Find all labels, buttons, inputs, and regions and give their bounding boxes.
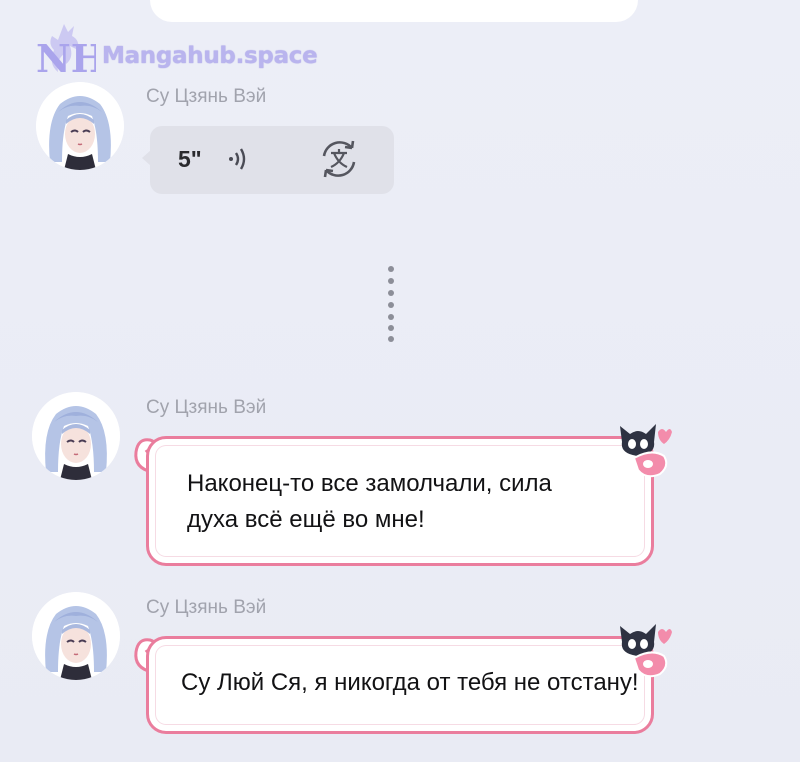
message-text: Су Люй Ся, я никогда от тебя не отстану! (181, 665, 639, 701)
watermark-site-name: Mangahub.space (102, 43, 318, 69)
message-bubble[interactable]: Су Люй Ся, я никогда от тебя не отстану! (146, 636, 654, 734)
voice-duration: 5" (178, 146, 202, 172)
message-text: Наконец-то все замолчали, сила духа всё … (187, 466, 552, 538)
avatar[interactable] (32, 592, 120, 680)
avatar[interactable] (32, 392, 120, 480)
chat-screen: NH Mangahub.space Су Цзянь Вэй 5" Су Цзя… (0, 0, 800, 762)
cat-sticker-icon (620, 624, 672, 678)
previous-message-bubble[interactable] (150, 0, 638, 22)
time-skip-dots (388, 266, 394, 342)
bubble-tail (142, 150, 151, 166)
site-logo-icon: NH (36, 24, 96, 80)
message-line: Су Люй Ся, я никогда от тебя не отстану! (181, 669, 639, 696)
watermark: NH Mangahub.space (34, 20, 318, 80)
message-line: Наконец-то все замолчали, сила (187, 470, 552, 497)
cat-sticker-icon (620, 424, 672, 478)
avatar[interactable] (36, 82, 124, 170)
sound-wave-icon (229, 148, 246, 170)
voice-message-bubble[interactable]: 5" (142, 126, 394, 194)
avatar-portrait (32, 592, 120, 680)
avatar-portrait (32, 392, 120, 480)
avatar-portrait (36, 82, 124, 170)
sender-name: Су Цзянь Вэй (146, 86, 267, 107)
sender-name: Су Цзянь Вэй (146, 397, 267, 418)
translate-icon[interactable] (316, 136, 362, 182)
message-line: духа всё ещё во мне! (187, 506, 425, 533)
sender-name: Су Цзянь Вэй (146, 597, 267, 618)
message-bubble[interactable]: Наконец-то все замолчали, сила духа всё … (146, 436, 654, 566)
logo-letters: NH (36, 36, 96, 80)
